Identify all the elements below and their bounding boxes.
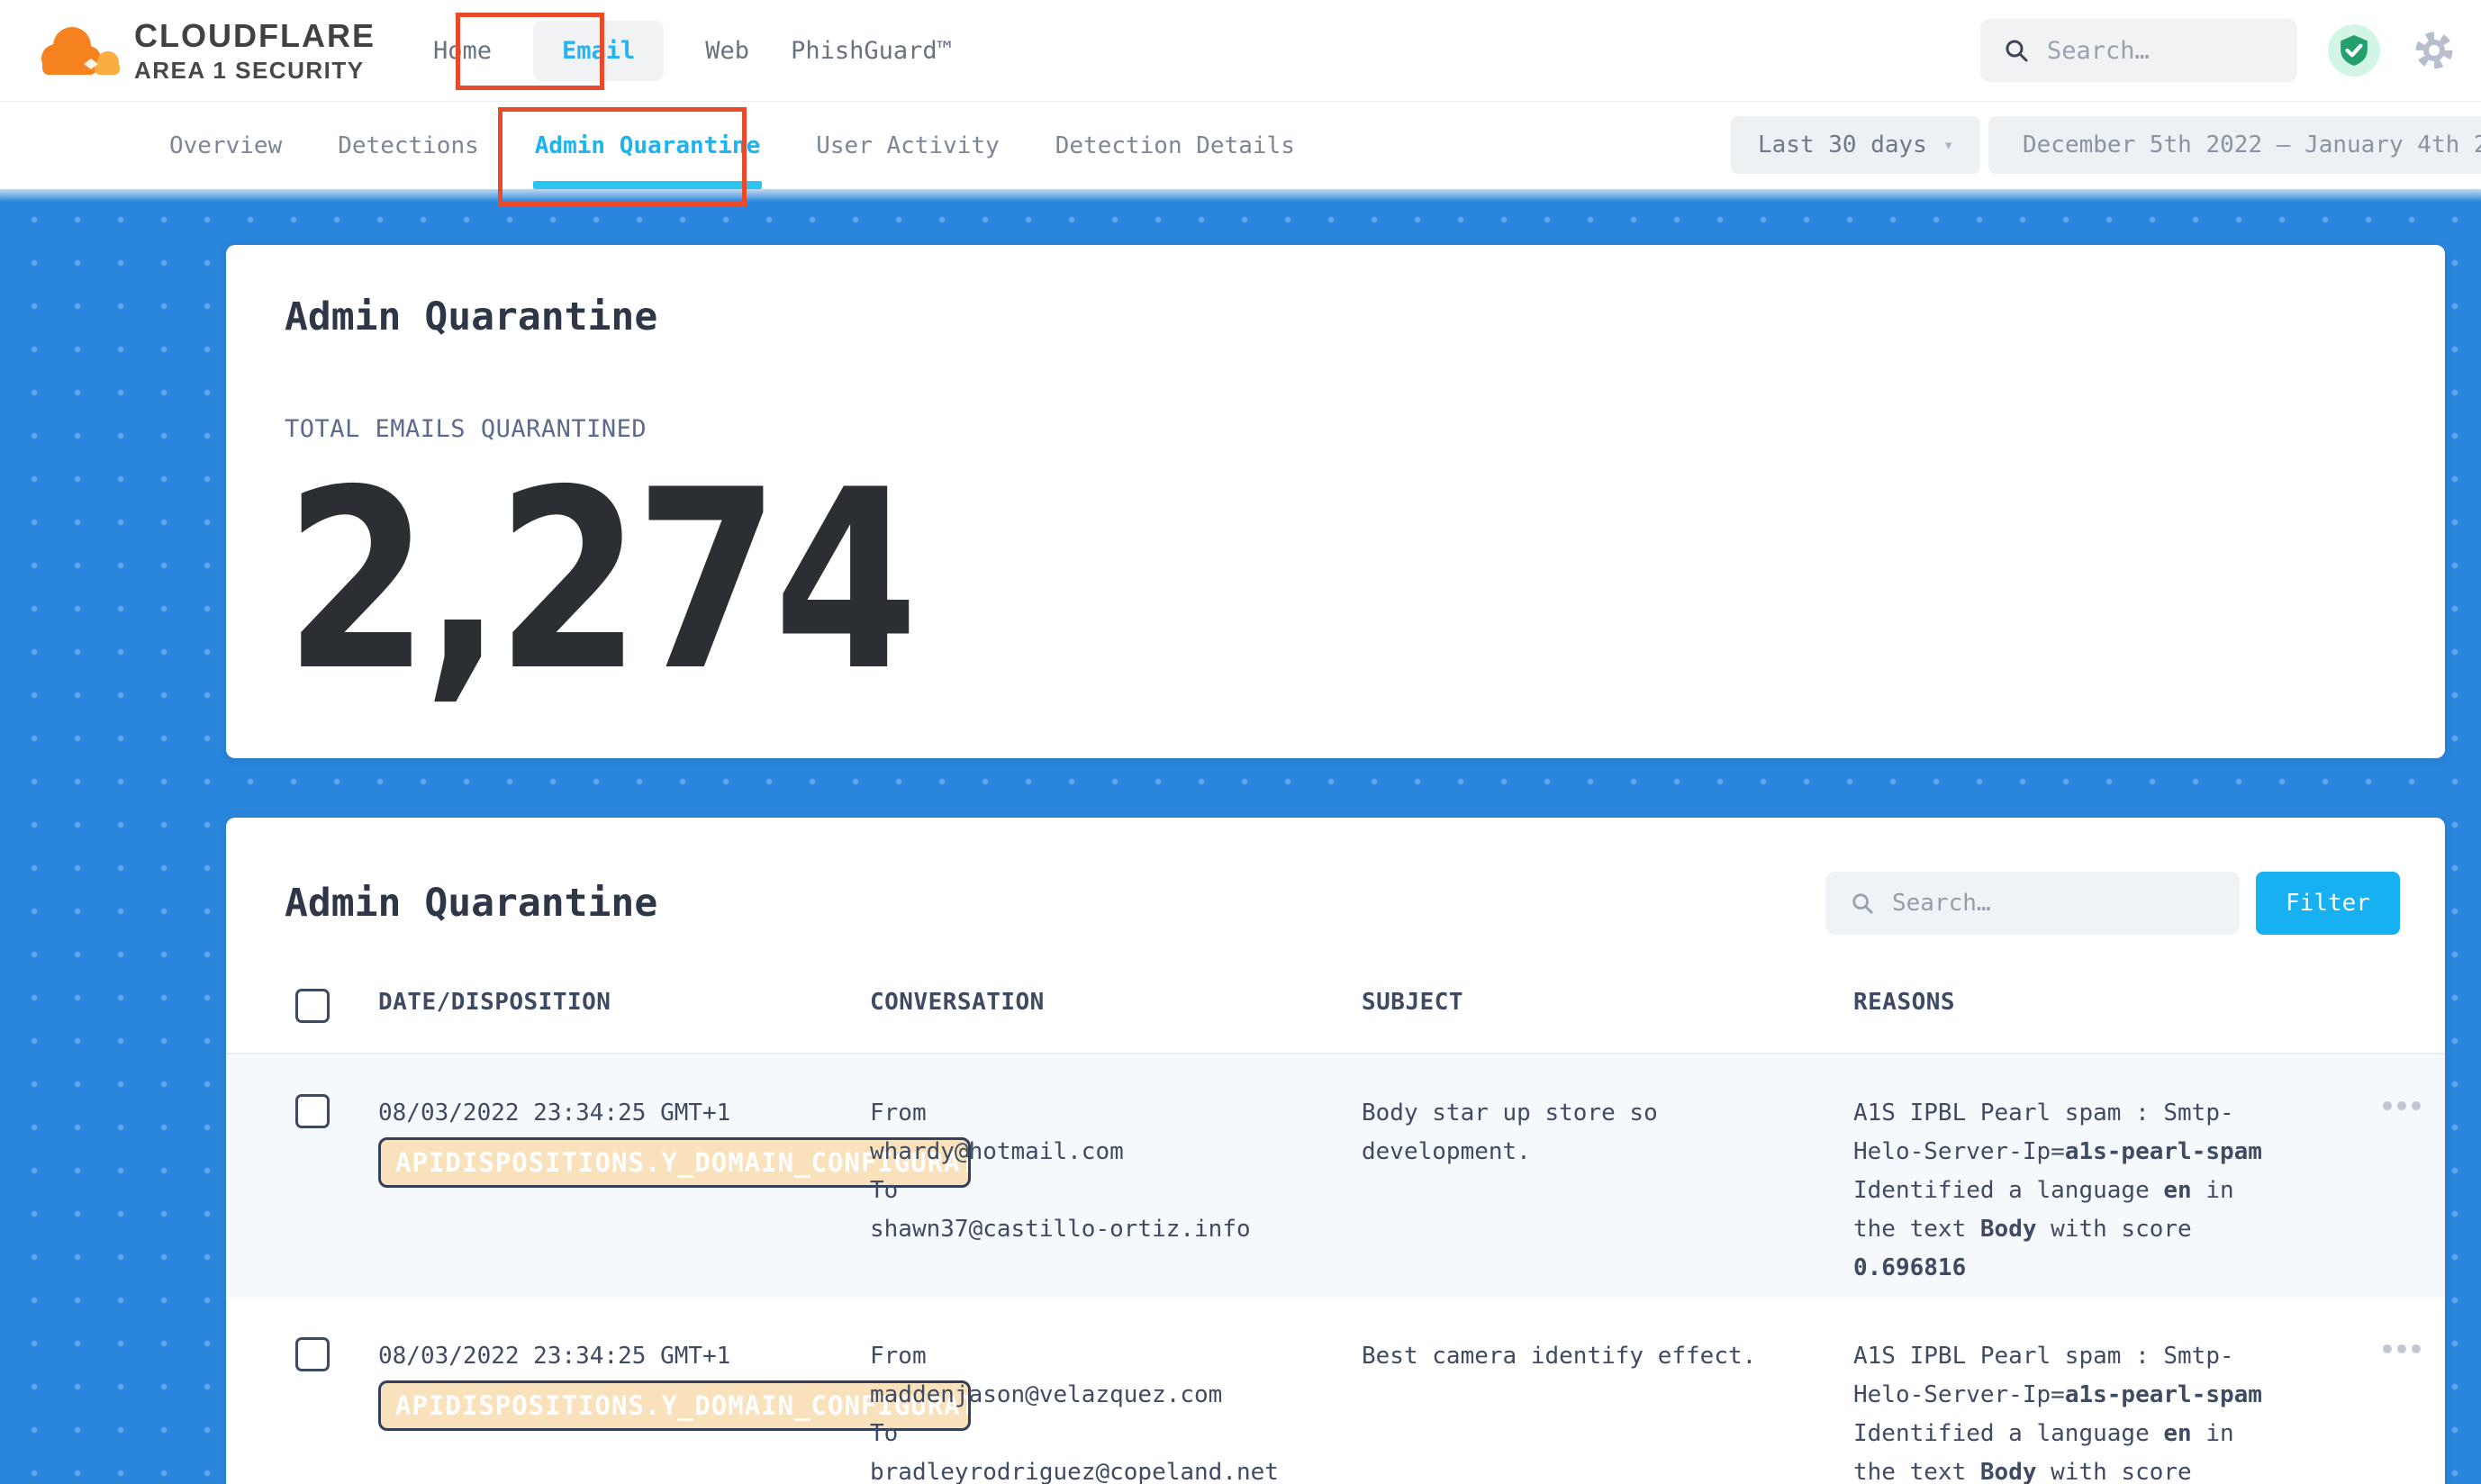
tab-detections[interactable]: Detections: [338, 102, 479, 189]
table-search-placeholder: Search…: [1892, 890, 1991, 917]
shield-check-icon: [2339, 34, 2369, 67]
table-body: 08/03/2022 23:34:25 GMT+1APIDISPOSITIONS…: [226, 1054, 2445, 1484]
reasons-cell: A1S IPBL Pearl spam : Smtp-Helo-Server-I…: [1841, 1094, 2269, 1288]
nav-item-email[interactable]: Email: [533, 21, 664, 81]
from-label: From: [870, 1337, 1349, 1376]
select-all-checkbox[interactable]: [295, 989, 330, 1023]
cloudflare-logo: CLOUDFLARE AREA 1 SECURITY: [32, 18, 376, 83]
row-checkbox[interactable]: [295, 1337, 330, 1371]
row-actions-cell: [2269, 1094, 2445, 1110]
to-label: To: [870, 1415, 1349, 1453]
to-label: To: [870, 1172, 1349, 1210]
date-disposition-cell: 08/03/2022 23:34:25 GMT+1: [366, 1094, 857, 1133]
gear-icon[interactable]: [2411, 27, 2458, 74]
chevron-down-icon: ▾: [1943, 135, 1953, 155]
subject-cell: Best camera identify effect.: [1349, 1337, 1841, 1376]
date-range-display[interactable]: December 5th 2022 — January 4th 2023: [1988, 116, 2481, 174]
conversation-cell: Fromwhardy@hotmail.comToshawn37@castillo…: [857, 1094, 1349, 1249]
conversation-cell: Frommaddenjason@velazquez.comTobradleyro…: [857, 1337, 1349, 1484]
row-date: 08/03/2022 23:34:25 GMT+1: [378, 1337, 857, 1376]
table-row: 08/03/2022 23:34:25 GMT+1APIDISPOSITIONS…: [226, 1298, 2445, 1484]
top-nav: Home Email Web PhishGuard™: [433, 21, 952, 81]
table-row: 08/03/2022 23:34:25 GMT+1APIDISPOSITIONS…: [226, 1054, 2445, 1298]
table-header: DATE/DISPOSITIONCONVERSATIONSUBJECTREASO…: [226, 971, 2445, 1054]
sub-nav: Overview Detections Admin Quarantine User A…: [0, 102, 2481, 189]
column-header-conversation: CONVERSATION: [857, 989, 1349, 1016]
table-search-input[interactable]: Search…: [1825, 872, 2240, 935]
subject-cell: Body star up store so development.: [1349, 1094, 1841, 1172]
nav-item-phishguard[interactable]: PhishGuard™: [791, 37, 952, 65]
row-checkbox-cell: [285, 1094, 366, 1141]
summary-card-title: Admin Quarantine: [285, 245, 2386, 339]
column-header-subject: SUBJECT: [1349, 989, 1841, 1016]
column-header-date-disposition: DATE/DISPOSITION: [366, 989, 857, 1016]
row-checkbox[interactable]: [295, 1094, 330, 1128]
content-area: Admin Quarantine TOTAL EMAILS QUARANTINE…: [0, 189, 2481, 1484]
row-menu-icon[interactable]: [2383, 1101, 2445, 1110]
row-checkbox-cell: [285, 1337, 366, 1384]
date-range-dropdown[interactable]: Last 30 days ▾: [1731, 116, 1980, 174]
to-address: bradleyrodriguez@copeland.net: [870, 1453, 1349, 1484]
column-header-reasons: REASONS: [1841, 989, 2269, 1016]
search-icon: [1851, 891, 1874, 915]
table-card-title: Admin Quarantine: [285, 881, 657, 926]
page: CLOUDFLARE AREA 1 SECURITY Home Email Web P…: [0, 0, 2481, 1484]
nav-item-web[interactable]: Web: [705, 37, 749, 65]
summary-card: Admin Quarantine TOTAL EMAILS QUARANTINE…: [226, 245, 2445, 758]
from-label: From: [870, 1094, 1349, 1133]
logo-brand: CLOUDFLARE: [134, 18, 376, 54]
to-address: shawn37@castillo-ortiz.info: [870, 1210, 1349, 1249]
cloudflare-cloud-icon: [32, 23, 122, 78]
row-actions-cell: [2269, 1337, 2445, 1353]
row-date: 08/03/2022 23:34:25 GMT+1: [378, 1094, 857, 1133]
tab-overview[interactable]: Overview: [169, 102, 282, 189]
header-checkbox-cell: [285, 989, 366, 1029]
from-address: maddenjason@velazquez.com: [870, 1376, 1349, 1415]
top-bar: CLOUDFLARE AREA 1 SECURITY Home Email Web P…: [0, 0, 2481, 102]
table-card-header: Admin Quarantine Search… Filter: [226, 818, 2445, 935]
date-range-dropdown-label: Last 30 days: [1758, 131, 1927, 158]
date-disposition-cell: 08/03/2022 23:34:25 GMT+1: [366, 1337, 857, 1376]
tab-detection-details[interactable]: Detection Details: [1055, 102, 1295, 189]
quarantine-table-card: Admin Quarantine Search… Filter DATE/DIS…: [226, 818, 2445, 1484]
logo-text: CLOUDFLARE AREA 1 SECURITY: [134, 18, 376, 83]
logo-subtitle: AREA 1 SECURITY: [134, 58, 376, 84]
date-range-text: December 5th 2022 — January 4th 2023: [2023, 131, 2481, 158]
protection-status-badge[interactable]: [2328, 24, 2380, 77]
tab-user-activity[interactable]: User Activity: [816, 102, 1000, 189]
top-right-controls: Search…: [1980, 19, 2481, 82]
total-quarantined-value: 2,274: [285, 477, 2051, 684]
filter-button[interactable]: Filter: [2256, 872, 2400, 935]
table-controls: Search… Filter: [1825, 872, 2400, 935]
row-menu-icon[interactable]: [2383, 1344, 2445, 1353]
from-address: whardy@hotmail.com: [870, 1133, 1349, 1172]
reasons-cell: A1S IPBL Pearl spam : Smtp-Helo-Server-I…: [1841, 1337, 2269, 1484]
global-search-input[interactable]: Search…: [1980, 19, 2297, 82]
search-icon: [2004, 38, 2029, 63]
nav-item-home[interactable]: Home: [433, 37, 492, 65]
global-search-placeholder: Search…: [2047, 37, 2150, 65]
tab-admin-quarantine[interactable]: Admin Quarantine: [535, 102, 760, 189]
